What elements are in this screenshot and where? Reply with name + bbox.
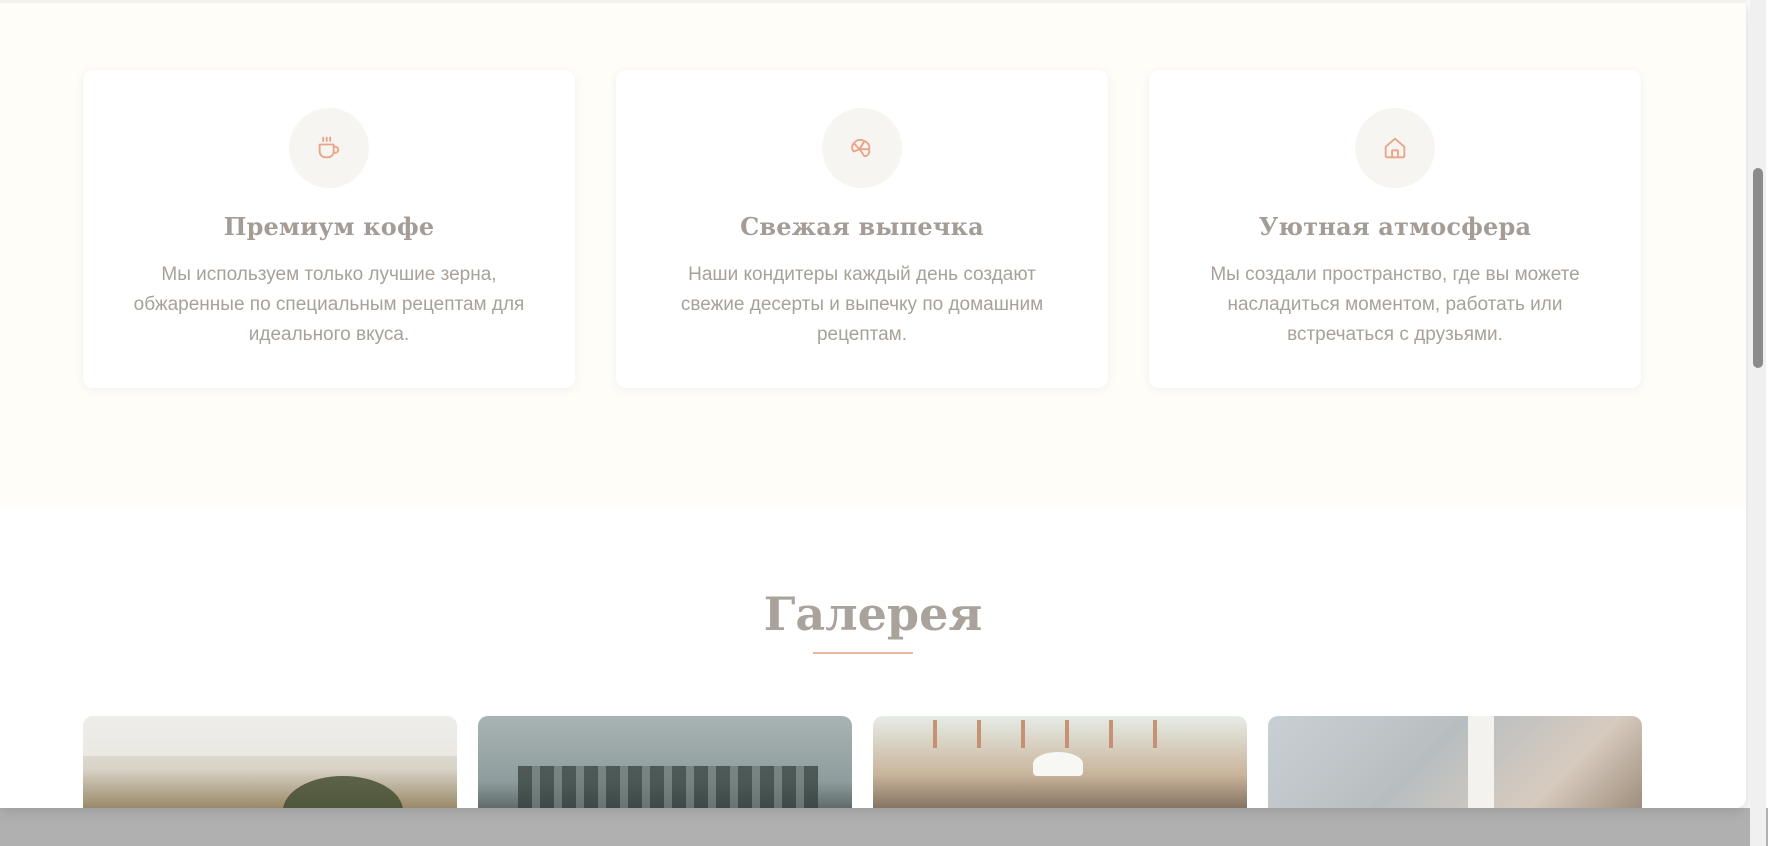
scrollbar-thumb[interactable] xyxy=(1753,168,1763,368)
photo-pendant-lamp xyxy=(1033,752,1083,776)
features-section: Премиум кофе Мы используем только лучшие… xyxy=(0,0,1746,508)
feature-icon-wrap xyxy=(289,108,369,188)
feature-card-coffee: Премиум кофе Мы используем только лучшие… xyxy=(83,70,575,388)
feature-title: Уютная атмосфера xyxy=(1258,212,1532,241)
photo-hex-lamps xyxy=(933,720,1173,748)
page-viewport: Премиум кофе Мы используем только лучшие… xyxy=(0,0,1746,808)
scrollbar-track[interactable] xyxy=(1750,0,1766,846)
gallery-photo-bar-counter[interactable] xyxy=(478,716,852,808)
photo-ceiling xyxy=(83,716,457,756)
coffee-cup-icon xyxy=(318,136,340,159)
feature-title: Свежая выпечка xyxy=(740,212,984,241)
feature-description: Наши кондитеры каждый день создают свежи… xyxy=(680,264,1044,345)
feature-title: Премиум кофе xyxy=(223,212,435,241)
photo-plant xyxy=(283,776,403,808)
feature-icon-wrap xyxy=(1355,108,1435,188)
screen-dim-overlay xyxy=(0,808,1768,846)
gallery-heading: Галерея xyxy=(763,587,983,641)
feature-description: Мы используем только лучшие зерна, обжар… xyxy=(133,264,525,345)
gallery-heading-underline xyxy=(813,652,913,654)
home-icon xyxy=(1384,137,1406,159)
feature-card-atmosphere: Уютная атмосфера Мы создали пространство… xyxy=(1149,70,1641,388)
gallery-photo-cafe-interior[interactable] xyxy=(83,716,457,808)
gallery-photo-latte-pour[interactable] xyxy=(1268,716,1642,808)
feature-card-pastry: Свежая выпечка Наши кондитеры каждый ден… xyxy=(616,70,1108,388)
photo-shelves xyxy=(518,766,818,808)
photo-milk-stream xyxy=(1468,716,1494,808)
feature-description: Мы создали пространство, где вы можете н… xyxy=(1210,264,1580,345)
croissant-icon xyxy=(851,138,871,158)
feature-icon-wrap xyxy=(822,108,902,188)
gallery-photo-plant-terrace[interactable] xyxy=(873,716,1247,808)
header-shadow-strip xyxy=(0,0,1746,3)
